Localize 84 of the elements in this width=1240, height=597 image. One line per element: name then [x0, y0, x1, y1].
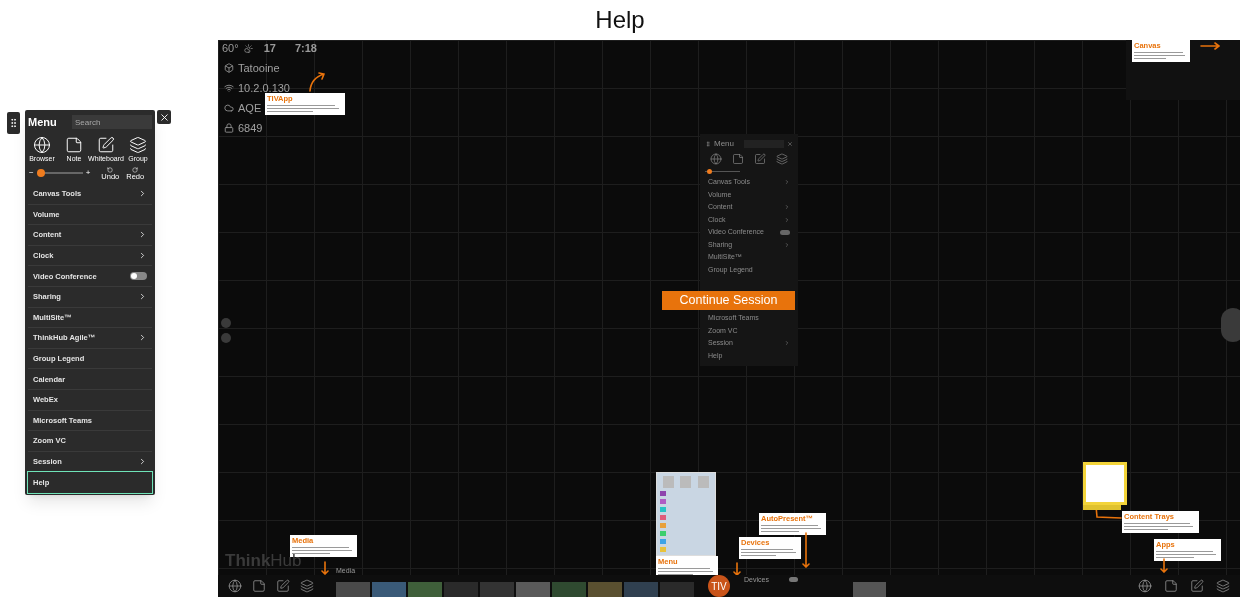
- app-button[interactable]: [228, 579, 242, 593]
- chevron-icon: [138, 251, 147, 261]
- arrow-icon: [802, 532, 810, 568]
- globe-icon: [710, 153, 722, 165]
- date-day: 17: [263, 40, 276, 57]
- toggle-switch[interactable]: [788, 577, 798, 582]
- app-button[interactable]: [300, 579, 314, 593]
- app-button[interactable]: [1138, 579, 1152, 593]
- chevron-icon: [138, 292, 147, 302]
- info-text: Tatooine: [238, 60, 280, 76]
- arrow-icon: [308, 72, 326, 92]
- media-thumbnail[interactable]: [408, 582, 442, 597]
- layers-icon: [1216, 579, 1230, 593]
- app-button[interactable]: [276, 579, 290, 593]
- note-toolbar: [1083, 505, 1121, 510]
- info-text: AQE: [238, 100, 262, 116]
- chevron-icon: [138, 457, 147, 466]
- arrow-icon: [733, 562, 741, 576]
- layers-icon: [300, 579, 314, 593]
- chevron-icon: [138, 333, 147, 343]
- cloud-icon: [224, 103, 234, 113]
- canvas[interactable]: [218, 40, 1240, 597]
- cube-icon: [224, 63, 234, 73]
- side-tab[interactable]: [1221, 308, 1240, 342]
- arrow-icon: [321, 561, 329, 575]
- info-text: 10.2.0.130: [238, 80, 290, 96]
- info-text: 6849: [238, 120, 263, 136]
- menu-title: Menu: [28, 115, 57, 130]
- wifi-icon: [224, 83, 234, 93]
- media-thumbnail[interactable]: [660, 582, 694, 597]
- media-thumbnail[interactable]: [480, 582, 514, 597]
- chevron-icon: [784, 179, 790, 186]
- chevron-icon: [138, 189, 147, 199]
- media-thumbnail[interactable]: [444, 582, 478, 597]
- temperature: 60°: [222, 41, 239, 56]
- pen-square-icon: [276, 579, 290, 593]
- globe-icon: [33, 135, 51, 154]
- media-thumbnail[interactable]: [336, 582, 370, 597]
- app-button[interactable]: [1164, 579, 1178, 593]
- pen-square-icon: [754, 153, 766, 165]
- pen-square-icon: [97, 135, 115, 154]
- app-button[interactable]: [1216, 579, 1230, 593]
- lock-icon: [224, 123, 234, 133]
- arrow-icon: [1200, 42, 1220, 50]
- zoom-slider: [705, 169, 740, 174]
- media-thumbnail[interactable]: [552, 582, 586, 597]
- zoom-out-label: −: [29, 167, 34, 180]
- close-icon: [158, 111, 170, 123]
- globe-icon: [228, 579, 242, 593]
- close-icon: [787, 141, 793, 147]
- chevron-icon: [784, 241, 790, 248]
- close-button[interactable]: [157, 110, 171, 124]
- search-field[interactable]: Search: [72, 115, 152, 130]
- tiv-button[interactable]: TIV: [708, 575, 730, 597]
- page-title: Help: [595, 5, 645, 35]
- undo-icon: [107, 166, 114, 173]
- grip-icon: [705, 139, 711, 149]
- app-button[interactable]: [1190, 579, 1204, 593]
- arrow-icon: [1160, 558, 1168, 573]
- chevron-icon: [138, 230, 147, 240]
- media-thumbnail[interactable]: [516, 582, 550, 597]
- layers-icon: [129, 135, 147, 154]
- note-icon: [65, 135, 83, 154]
- media-thumbnail[interactable]: [372, 582, 406, 597]
- note-icon: [252, 579, 266, 593]
- weather-icon: [243, 43, 253, 53]
- zoom-in-label: +: [85, 167, 91, 180]
- layers-icon: [776, 153, 788, 165]
- sticky-note[interactable]: [1083, 462, 1127, 505]
- drag-handle[interactable]: [7, 112, 20, 134]
- media-thumbnail[interactable]: [624, 582, 658, 597]
- note-icon: [1164, 579, 1178, 593]
- toggle-switch[interactable]: [130, 272, 147, 281]
- note-icon: [732, 153, 744, 165]
- pen-square-icon: [1190, 579, 1204, 593]
- zoom-slider[interactable]: [36, 172, 83, 175]
- device-thumbnail[interactable]: [852, 582, 886, 597]
- clock-time: 7:18: [294, 41, 317, 56]
- app-button[interactable]: [252, 579, 266, 593]
- menu-title: Menu: [714, 138, 734, 150]
- chevron-icon: [784, 340, 790, 347]
- media-thumbnail[interactable]: [588, 582, 622, 597]
- redo-icon: [132, 166, 139, 173]
- globe-icon: [1138, 579, 1152, 593]
